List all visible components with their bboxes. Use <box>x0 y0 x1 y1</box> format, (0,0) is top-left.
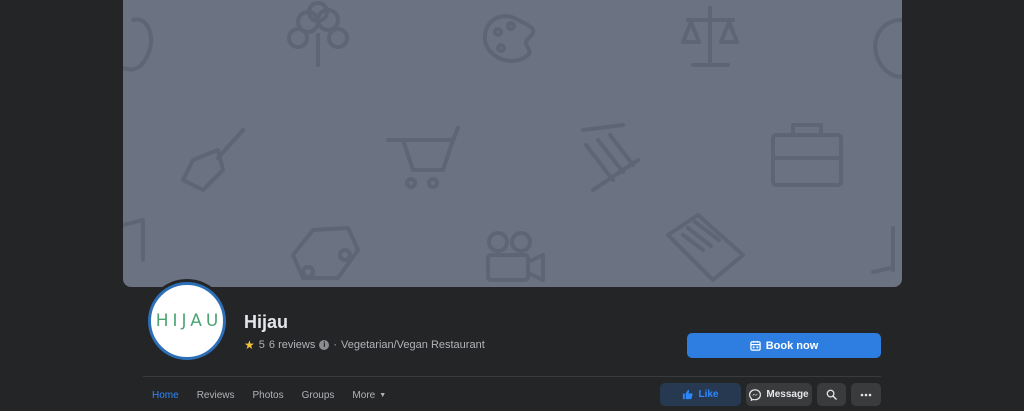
separator: · <box>333 339 338 351</box>
tab-more[interactable]: More ▼ <box>343 390 395 401</box>
star-icon: ★ <box>244 338 255 352</box>
book-now-button[interactable]: Book now <box>687 333 881 358</box>
page-meta: ★ 5 6 reviews i · Vegetarian/Vegan Resta… <box>244 338 485 352</box>
tab-label: Photos <box>252 389 284 401</box>
film-camera-icon <box>486 231 545 282</box>
tab-groups[interactable]: Groups <box>293 390 344 401</box>
open-book-icon <box>666 213 745 282</box>
avatar: HIJAU <box>148 282 226 360</box>
profile-picture[interactable]: HIJAU <box>145 279 229 363</box>
tab-home[interactable]: Home <box>143 390 188 401</box>
ellipsis-icon <box>860 393 872 396</box>
tab-label: Groups <box>301 389 335 401</box>
cover-photo[interactable] <box>123 0 902 287</box>
category-link[interactable]: Vegetarian/Vegan Restaurant <box>341 339 485 351</box>
tab-label: Reviews <box>196 389 235 401</box>
reviews-link[interactable]: 6 reviews <box>269 339 315 351</box>
briefcase-icon <box>771 123 843 187</box>
thumbs-up-icon <box>683 389 694 400</box>
messenger-icon <box>749 388 762 401</box>
tab-label: Home <box>152 389 179 401</box>
tree-icon <box>287 1 349 67</box>
scales-icon <box>681 6 739 67</box>
rating-value: 5 <box>258 339 265 351</box>
search-icon <box>826 389 837 400</box>
paintbrush-icon <box>181 128 245 192</box>
like-button[interactable]: Like <box>660 383 741 406</box>
caret-down-icon: ▼ <box>379 391 387 399</box>
logo-text: HIJAU <box>155 311 223 331</box>
info-icon[interactable]: i <box>319 340 330 350</box>
like-label: Like <box>698 389 719 400</box>
tab-photos[interactable]: Photos <box>243 390 292 401</box>
tab-reviews[interactable]: Reviews <box>188 390 244 401</box>
more-options-button[interactable] <box>851 383 881 406</box>
page-title[interactable]: Hijau <box>244 312 288 333</box>
cover-pattern <box>123 1 902 282</box>
page-tabs: Home Reviews Photos Groups More ▼ <box>143 385 395 405</box>
message-button[interactable]: Message <box>746 383 812 406</box>
shopping-cart-icon <box>386 126 460 189</box>
divider <box>143 376 881 377</box>
tab-label: More <box>352 389 376 401</box>
search-button[interactable] <box>817 383 846 406</box>
palette-icon <box>482 14 536 63</box>
column-icon <box>581 123 640 192</box>
message-label: Message <box>766 389 809 400</box>
book-now-label: Book now <box>765 339 819 352</box>
car-icon <box>291 226 360 280</box>
calendar-icon <box>749 340 761 351</box>
